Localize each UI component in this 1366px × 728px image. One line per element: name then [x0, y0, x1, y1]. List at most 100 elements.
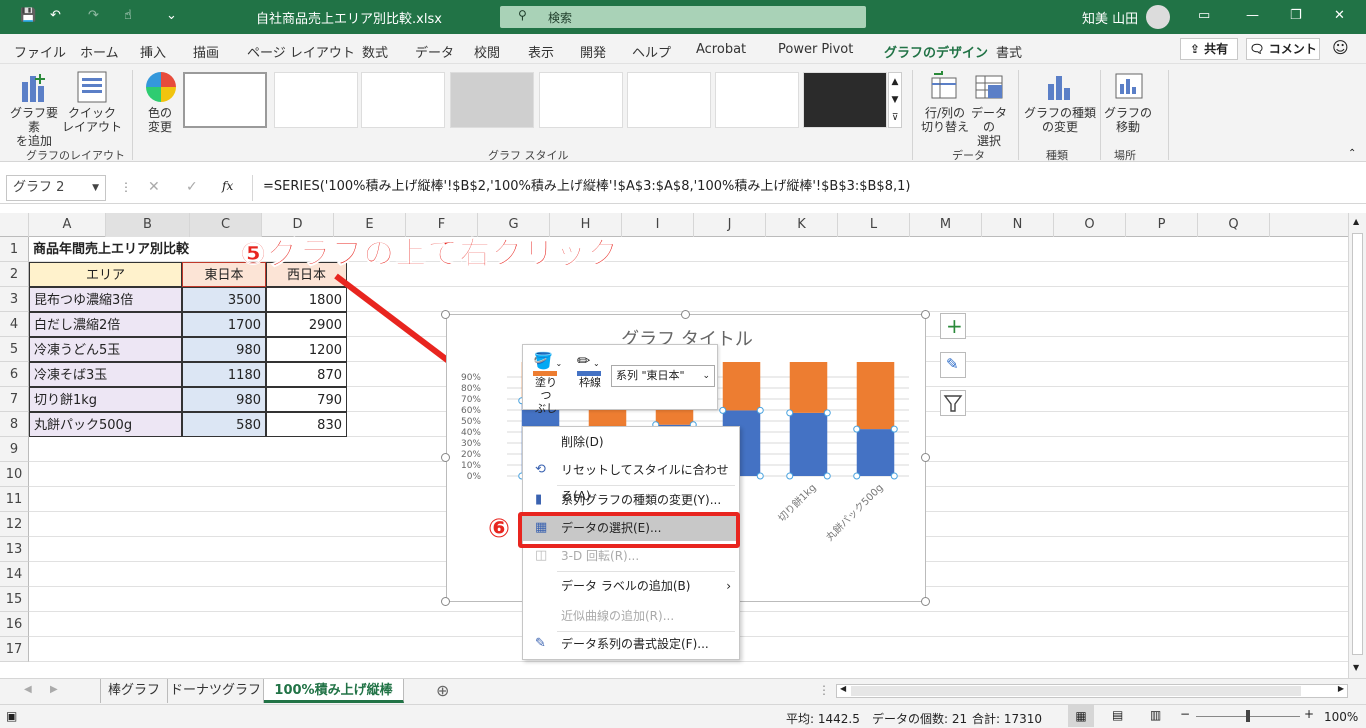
customize-qat-icon[interactable]: ⌄ — [166, 8, 177, 23]
row-header[interactable]: 8 — [0, 412, 29, 437]
sheet-tab-100pct-stacked[interactable]: 100%積み上げ縦棒 — [264, 679, 404, 703]
h-scroll-thumb[interactable] — [851, 686, 1301, 696]
scroll-right-icon[interactable]: ▶ — [1338, 684, 1344, 693]
quick-layout-label[interactable]: クイック レイアウト — [62, 106, 122, 134]
chart-style-7[interactable] — [715, 72, 799, 128]
sheet-title[interactable]: 商品年間売上エリア別比較 — [29, 237, 265, 262]
scroll-up-icon[interactable]: ▲ — [1353, 217, 1359, 226]
bar-east[interactable] — [789, 412, 828, 476]
select-data-label[interactable]: データの 選択 — [966, 106, 1012, 148]
cell-product[interactable]: 冷凍うどん5玉 — [29, 337, 182, 362]
bar-east[interactable] — [856, 429, 895, 476]
row-header[interactable]: 4 — [0, 312, 29, 337]
column-header[interactable]: A — [29, 213, 106, 237]
tab-help[interactable]: ヘルプ — [632, 42, 671, 61]
more-sheets-icon[interactable]: ⋮ — [818, 683, 830, 697]
change-chart-type-icon[interactable] — [1044, 70, 1076, 102]
undo-icon[interactable]: ↶ — [50, 8, 61, 23]
chart-style-3[interactable] — [361, 72, 445, 128]
change-chart-type-label[interactable]: グラフの種類 の変更 — [1024, 106, 1096, 134]
resize-handle[interactable] — [921, 597, 930, 606]
column-header[interactable]: J — [694, 213, 766, 237]
selection-point[interactable] — [719, 406, 727, 414]
tab-developer[interactable]: 開発 — [580, 42, 606, 61]
chart-elements-button[interactable]: + — [940, 313, 966, 339]
row-header[interactable]: 12 — [0, 512, 29, 537]
chart-filters-button[interactable] — [940, 390, 966, 416]
row-header[interactable]: 3 — [0, 287, 29, 312]
select-all-corner[interactable] — [0, 213, 29, 237]
tab-draw[interactable]: 描画 — [193, 42, 219, 61]
column-header[interactable]: B — [106, 213, 190, 237]
cell-east[interactable]: 580 — [182, 412, 266, 437]
tab-page-layout[interactable]: ページ レイアウト — [247, 42, 355, 61]
column-header[interactable]: M — [910, 213, 982, 237]
minimize-icon[interactable]: — — [1246, 8, 1259, 23]
sheet-tab-donut[interactable]: ドーナツグラフ — [168, 679, 264, 703]
row-header[interactable]: 17 — [0, 637, 29, 662]
selection-point[interactable] — [786, 409, 794, 417]
tab-formulas[interactable]: 数式 — [362, 42, 388, 61]
add-sheet-icon[interactable]: ⊕ — [436, 681, 449, 700]
selection-point[interactable] — [853, 472, 861, 480]
selection-point[interactable] — [786, 472, 794, 480]
row-header[interactable]: 11 — [0, 487, 29, 512]
move-chart-icon[interactable] — [1114, 70, 1146, 102]
context-menu-item[interactable]: データ ラベルの追加(B) › — [523, 573, 739, 599]
context-menu-item[interactable]: 削除(D) — [523, 429, 739, 455]
series-selector[interactable]: 系列 "東日本" ⌄ — [611, 365, 715, 387]
row-header[interactable]: 5 — [0, 337, 29, 362]
bar-west[interactable] — [856, 362, 895, 430]
add-chart-element-button[interactable] — [14, 70, 58, 104]
enter-icon[interactable]: ✓ — [186, 179, 198, 195]
row-header[interactable]: 10 — [0, 462, 29, 487]
chart-style-5[interactable] — [539, 72, 623, 128]
close-icon[interactable]: ✕ — [1334, 8, 1345, 23]
restore-icon[interactable]: ❐ — [1290, 8, 1302, 23]
move-chart-label[interactable]: グラフの 移動 — [1104, 106, 1152, 134]
column-header[interactable]: N — [982, 213, 1054, 237]
touch-mode-icon[interactable]: ☝ — [124, 8, 132, 23]
row-header[interactable]: 7 — [0, 387, 29, 412]
page-break-view-icon[interactable]: ▥ — [1150, 708, 1161, 722]
bar-west[interactable] — [789, 362, 828, 413]
cell-product[interactable]: 切り餅1kg — [29, 387, 182, 412]
search-input[interactable]: ⚲ 検索 — [500, 6, 866, 28]
cell-east[interactable]: 3500 — [182, 287, 266, 312]
smiley-icon[interactable]: ☺ — [1332, 38, 1349, 57]
save-icon[interactable]: 💾 — [20, 8, 36, 23]
outline-button[interactable]: ✏ ⌄ 枠線 — [577, 351, 603, 389]
selection-point[interactable] — [853, 425, 861, 433]
row-header[interactable]: 16 — [0, 612, 29, 637]
column-header[interactable]: I — [622, 213, 694, 237]
switch-row-col-icon[interactable] — [928, 70, 960, 102]
gallery-scroll[interactable]: ▲ ▼ ⊽ — [888, 72, 902, 128]
chart-style-4[interactable] — [450, 72, 534, 128]
quick-layout-icon[interactable] — [76, 70, 110, 104]
tab-acrobat[interactable]: Acrobat — [696, 42, 746, 57]
tab-data[interactable]: データ — [415, 42, 454, 61]
selection-point[interactable] — [890, 425, 898, 433]
cell-product[interactable]: 冷凍そば3玉 — [29, 362, 182, 387]
fill-button[interactable]: 🪣 ⌄ 塗りつ ぶし — [533, 351, 562, 415]
color-palette-icon[interactable] — [146, 72, 176, 102]
chart-style-2[interactable] — [274, 72, 358, 128]
collapse-ribbon-icon[interactable]: ⌃ — [1348, 148, 1356, 159]
cell-east[interactable]: 980 — [182, 387, 266, 412]
row-header[interactable]: 9 — [0, 437, 29, 462]
cancel-icon[interactable]: ✕ — [148, 179, 160, 195]
ribbon-display-icon[interactable]: ▭ — [1198, 8, 1210, 23]
comment-button[interactable]: 🗨 コメント — [1246, 38, 1320, 60]
tab-format[interactable]: 書式 — [996, 42, 1022, 61]
prev-sheet-icon[interactable]: ◀ — [24, 684, 32, 695]
chart-style-1[interactable] — [183, 72, 267, 128]
chart-style-6[interactable] — [627, 72, 711, 128]
selection-point[interactable] — [756, 406, 764, 414]
column-header[interactable]: K — [766, 213, 838, 237]
formula-input[interactable]: =SERIES('100%積み上げ縦棒'!$B$2,'100%積み上げ縦棒'!$… — [252, 175, 1360, 201]
cell-product[interactable]: 白だし濃縮2倍 — [29, 312, 182, 337]
sheet-tab-bar-chart[interactable]: 棒グラフ — [100, 679, 168, 703]
context-menu-item[interactable]: ▮ 系列グラフの種類の変更(Y)... — [523, 487, 739, 513]
selection-point[interactable] — [823, 409, 831, 417]
switch-row-col-label[interactable]: 行/列の 切り替え — [920, 106, 970, 134]
